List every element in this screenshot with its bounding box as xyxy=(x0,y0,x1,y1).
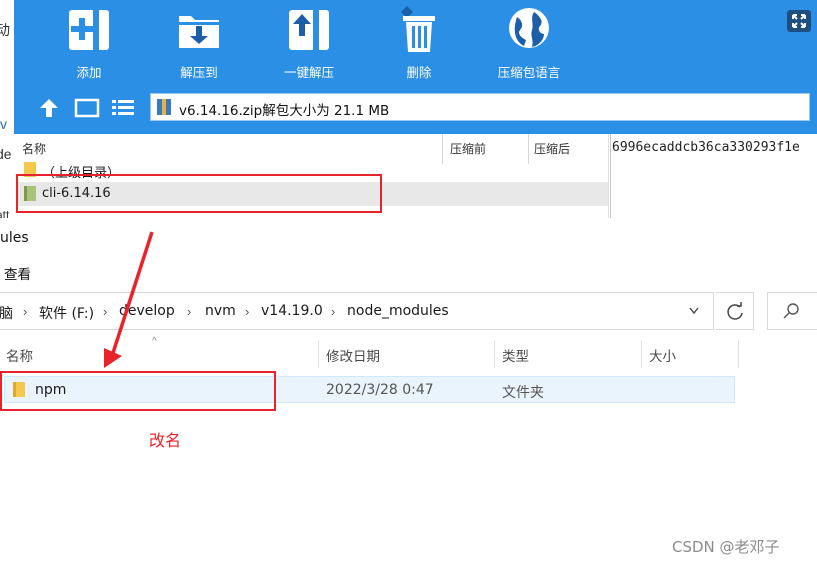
watermark: CSDN @老邓子 xyxy=(672,538,780,556)
rename-annotation: 改名 xyxy=(149,431,182,450)
annotation-arrow xyxy=(104,231,154,368)
